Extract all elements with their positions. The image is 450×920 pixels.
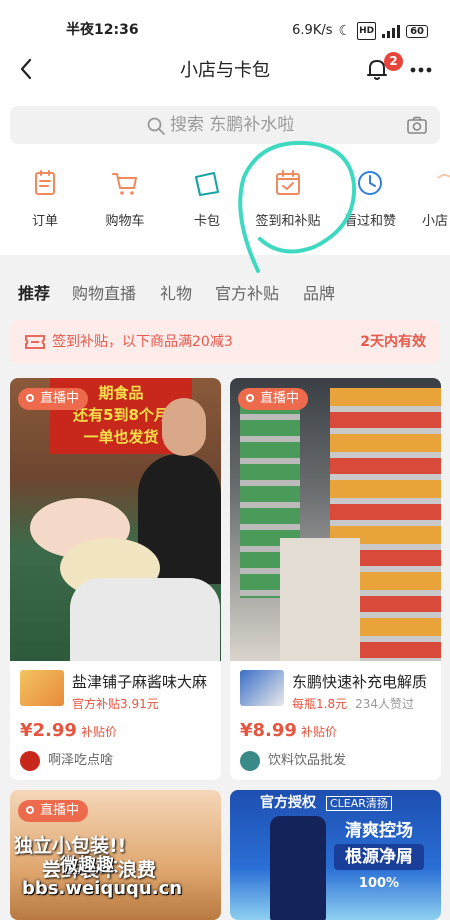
shortcut-label: 订单 bbox=[31, 214, 58, 229]
search-icon bbox=[147, 117, 165, 135]
slogan-line: 清爽控场 bbox=[345, 821, 413, 841]
product-thumbnail bbox=[20, 670, 64, 706]
person-head bbox=[162, 398, 206, 456]
camera-icon[interactable] bbox=[406, 115, 428, 135]
product-price: ¥8.99 补贴价 bbox=[240, 720, 337, 743]
subsidy-banner[interactable]: 签到补贴，以下商品满20减3 2天内有效 bbox=[10, 320, 440, 364]
product-image: 直播中 bbox=[230, 378, 441, 661]
product-card[interactable]: 期食品 还有5到8个月 一单也发货 直播中 盐津铺子麻酱味大麻 官方补贴3.91… bbox=[10, 378, 221, 780]
live-badge: 直播中 bbox=[238, 388, 309, 410]
seller-row[interactable]: 啊泽吃点啥 bbox=[20, 751, 113, 771]
signal-icon bbox=[382, 24, 401, 38]
hd-icon: HD bbox=[357, 22, 377, 40]
basket-front bbox=[70, 578, 220, 661]
watermark: 微趣趣 bbs.weiququ.cn bbox=[10, 855, 182, 915]
nav-bar: 小店与卡包 2 bbox=[0, 50, 450, 90]
product-subsidy: 每瓶1.8元 234人赞过 bbox=[292, 696, 414, 712]
banner-text: 签到补贴，以下商品满20减3 bbox=[52, 334, 233, 350]
shortcut-label: 小店 bbox=[422, 214, 449, 229]
aisle-floor bbox=[280, 538, 360, 661]
price-tag: 补贴价 bbox=[300, 725, 337, 739]
watermark-line: 微趣趣 bbox=[60, 855, 114, 876]
product-image: 官方授权 CLEAR清扬 清爽控场 根源净屑 100% bbox=[230, 790, 441, 920]
order-icon bbox=[35, 170, 55, 195]
seller-row[interactable]: 饮料饮品批发 bbox=[240, 751, 346, 771]
tab-brand[interactable]: 品牌 bbox=[303, 284, 335, 304]
seller-name: 饮料饮品批发 bbox=[268, 753, 347, 768]
tab-official-subsidy[interactable]: 官方补贴 bbox=[215, 284, 279, 304]
tab-recommend[interactable]: 推荐 bbox=[18, 284, 50, 304]
product-thumbnail bbox=[240, 670, 284, 706]
seller-name: 啊泽吃点啥 bbox=[48, 753, 114, 768]
product-name: 东鹏快速补充电解质 bbox=[292, 673, 428, 691]
product-card[interactable]: 直播中 东鹏快速补充电解质 每瓶1.8元 234人赞过 ¥8.99 补贴价 饮料饮品… bbox=[230, 378, 441, 780]
cart-icon bbox=[112, 173, 137, 195]
seller-avatar bbox=[20, 751, 40, 771]
net-speed: 6.9K/s bbox=[292, 23, 333, 38]
price-tag: 补贴价 bbox=[80, 725, 117, 739]
product-name: 盐津铺子麻酱味大麻 bbox=[72, 673, 208, 691]
tab-gifts[interactable]: 礼物 bbox=[160, 284, 192, 304]
live-badge: 直播中 bbox=[18, 388, 89, 410]
status-bar: 半夜12:36 6.9K/s ☾ HD 60 bbox=[0, 0, 450, 40]
more-icon[interactable] bbox=[408, 56, 434, 82]
ad-header: 官方授权 CLEAR清扬 bbox=[260, 792, 392, 814]
product-image: 期食品 还有5到8个月 一单也发货 直播中 bbox=[10, 378, 221, 661]
shortcut-row: 订单 购物车 卡包 签到和补贴 看过和赞 小店 bbox=[0, 168, 450, 240]
ad-brand: CLEAR清扬 bbox=[326, 796, 392, 811]
shortcut-orders[interactable]: 订单 bbox=[0, 168, 90, 230]
slogan-line: 根源净屑 bbox=[334, 844, 424, 870]
ad-slogan: 清爽控场 根源净屑 100% bbox=[334, 818, 424, 894]
banner-validity: 2天内有效 bbox=[360, 334, 426, 350]
shortcut-shop[interactable]: 小店 bbox=[400, 168, 450, 230]
shop-icon bbox=[437, 174, 450, 179]
card-wallet-icon bbox=[195, 172, 219, 196]
category-tabs: 推荐 购物直播 礼物 官方补贴 品牌 bbox=[0, 278, 450, 312]
search-bar[interactable] bbox=[10, 106, 440, 144]
slogan-line: 100% bbox=[358, 876, 400, 891]
subsidy-text: 每瓶1.8元 bbox=[292, 697, 348, 711]
watermark-line: bbs.weiququ.cn bbox=[22, 878, 183, 899]
coupon-icon bbox=[25, 335, 45, 349]
tab-live-shopping[interactable]: 购物直播 bbox=[72, 284, 136, 304]
product-subsidy: 官方补贴3.91元 bbox=[72, 696, 159, 712]
shampoo-bottle bbox=[270, 816, 326, 920]
likes-text: 234人赞过 bbox=[355, 697, 414, 711]
seller-avatar bbox=[240, 751, 260, 771]
annotation-loop bbox=[238, 140, 357, 273]
battery-icon: 60 bbox=[406, 24, 428, 38]
moon-icon: ☾ bbox=[338, 23, 352, 39]
header-area: 半夜12:36 6.9K/s ☾ HD 60 小店与卡包 2 订单 购物车 bbox=[0, 0, 450, 273]
price-value: ¥2.99 bbox=[20, 720, 77, 741]
notification-badge: 2 bbox=[384, 52, 403, 71]
shortcut-cart[interactable]: 购物车 bbox=[80, 168, 170, 230]
ad-header-text: 官方授权 bbox=[260, 795, 316, 811]
live-badge: 直播中 bbox=[18, 800, 89, 822]
product-price: ¥2.99 补贴价 bbox=[20, 720, 117, 743]
subsidy-text: 官方补贴3.91元 bbox=[72, 697, 159, 711]
status-time: 半夜12:36 bbox=[66, 22, 139, 38]
product-card[interactable]: 官方授权 CLEAR清扬 清爽控场 根源净屑 100% bbox=[230, 790, 441, 920]
price-value: ¥8.99 bbox=[240, 720, 297, 741]
status-right: 6.9K/s ☾ HD 60 bbox=[292, 22, 428, 40]
shortcut-label: 购物车 bbox=[105, 214, 145, 229]
